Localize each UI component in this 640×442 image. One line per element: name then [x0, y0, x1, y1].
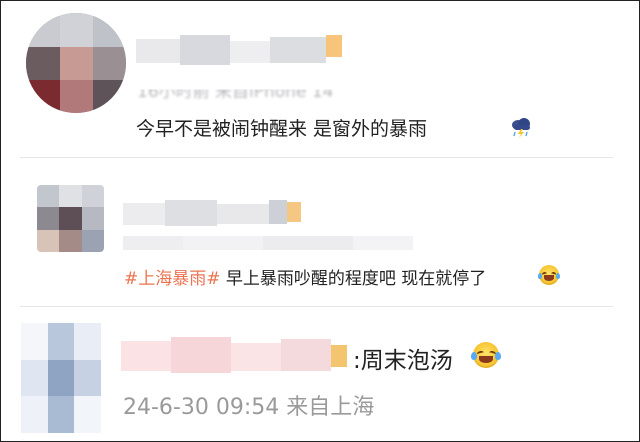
avatar[interactable] [21, 323, 101, 433]
comment-text: #上海暴雨# 早上暴雨吵醒的程度吧 现在就停了 [124, 269, 487, 289]
comment-card-1: 16小时前 来自iPhone 14 今早不是被闹钟醒来 是窗外的暴雨 [1, 1, 639, 157]
username-blurred[interactable] [121, 337, 351, 373]
comment-card-3: :周末泡汤 24-6-30 09:54 来自上海 [1, 309, 639, 439]
laugh-cry-icon [537, 265, 561, 285]
avatar[interactable] [26, 13, 126, 113]
comment-text: :周末泡汤 [353, 348, 453, 374]
avatar[interactable] [37, 185, 104, 252]
comment-meta-blurred: 16小时前 来自iPhone 14 [137, 82, 334, 103]
laugh-cry-icon [471, 342, 501, 368]
divider [20, 306, 613, 307]
comment-text: 今早不是被闹钟醒来 是窗外的暴雨 [136, 118, 428, 140]
divider [20, 157, 613, 158]
comment-card-2: #上海暴雨# 早上暴雨吵醒的程度吧 现在就停了 [1, 160, 639, 306]
username-blurred[interactable] [136, 35, 356, 65]
topic-link[interactable]: #上海暴雨# [124, 269, 221, 289]
username-blurred[interactable] [123, 200, 313, 226]
storm-cloud-icon [509, 115, 533, 139]
comment-timestamp: 24-6-30 09:54 来自上海 [123, 395, 375, 420]
comment-meta-blurred [123, 236, 413, 250]
